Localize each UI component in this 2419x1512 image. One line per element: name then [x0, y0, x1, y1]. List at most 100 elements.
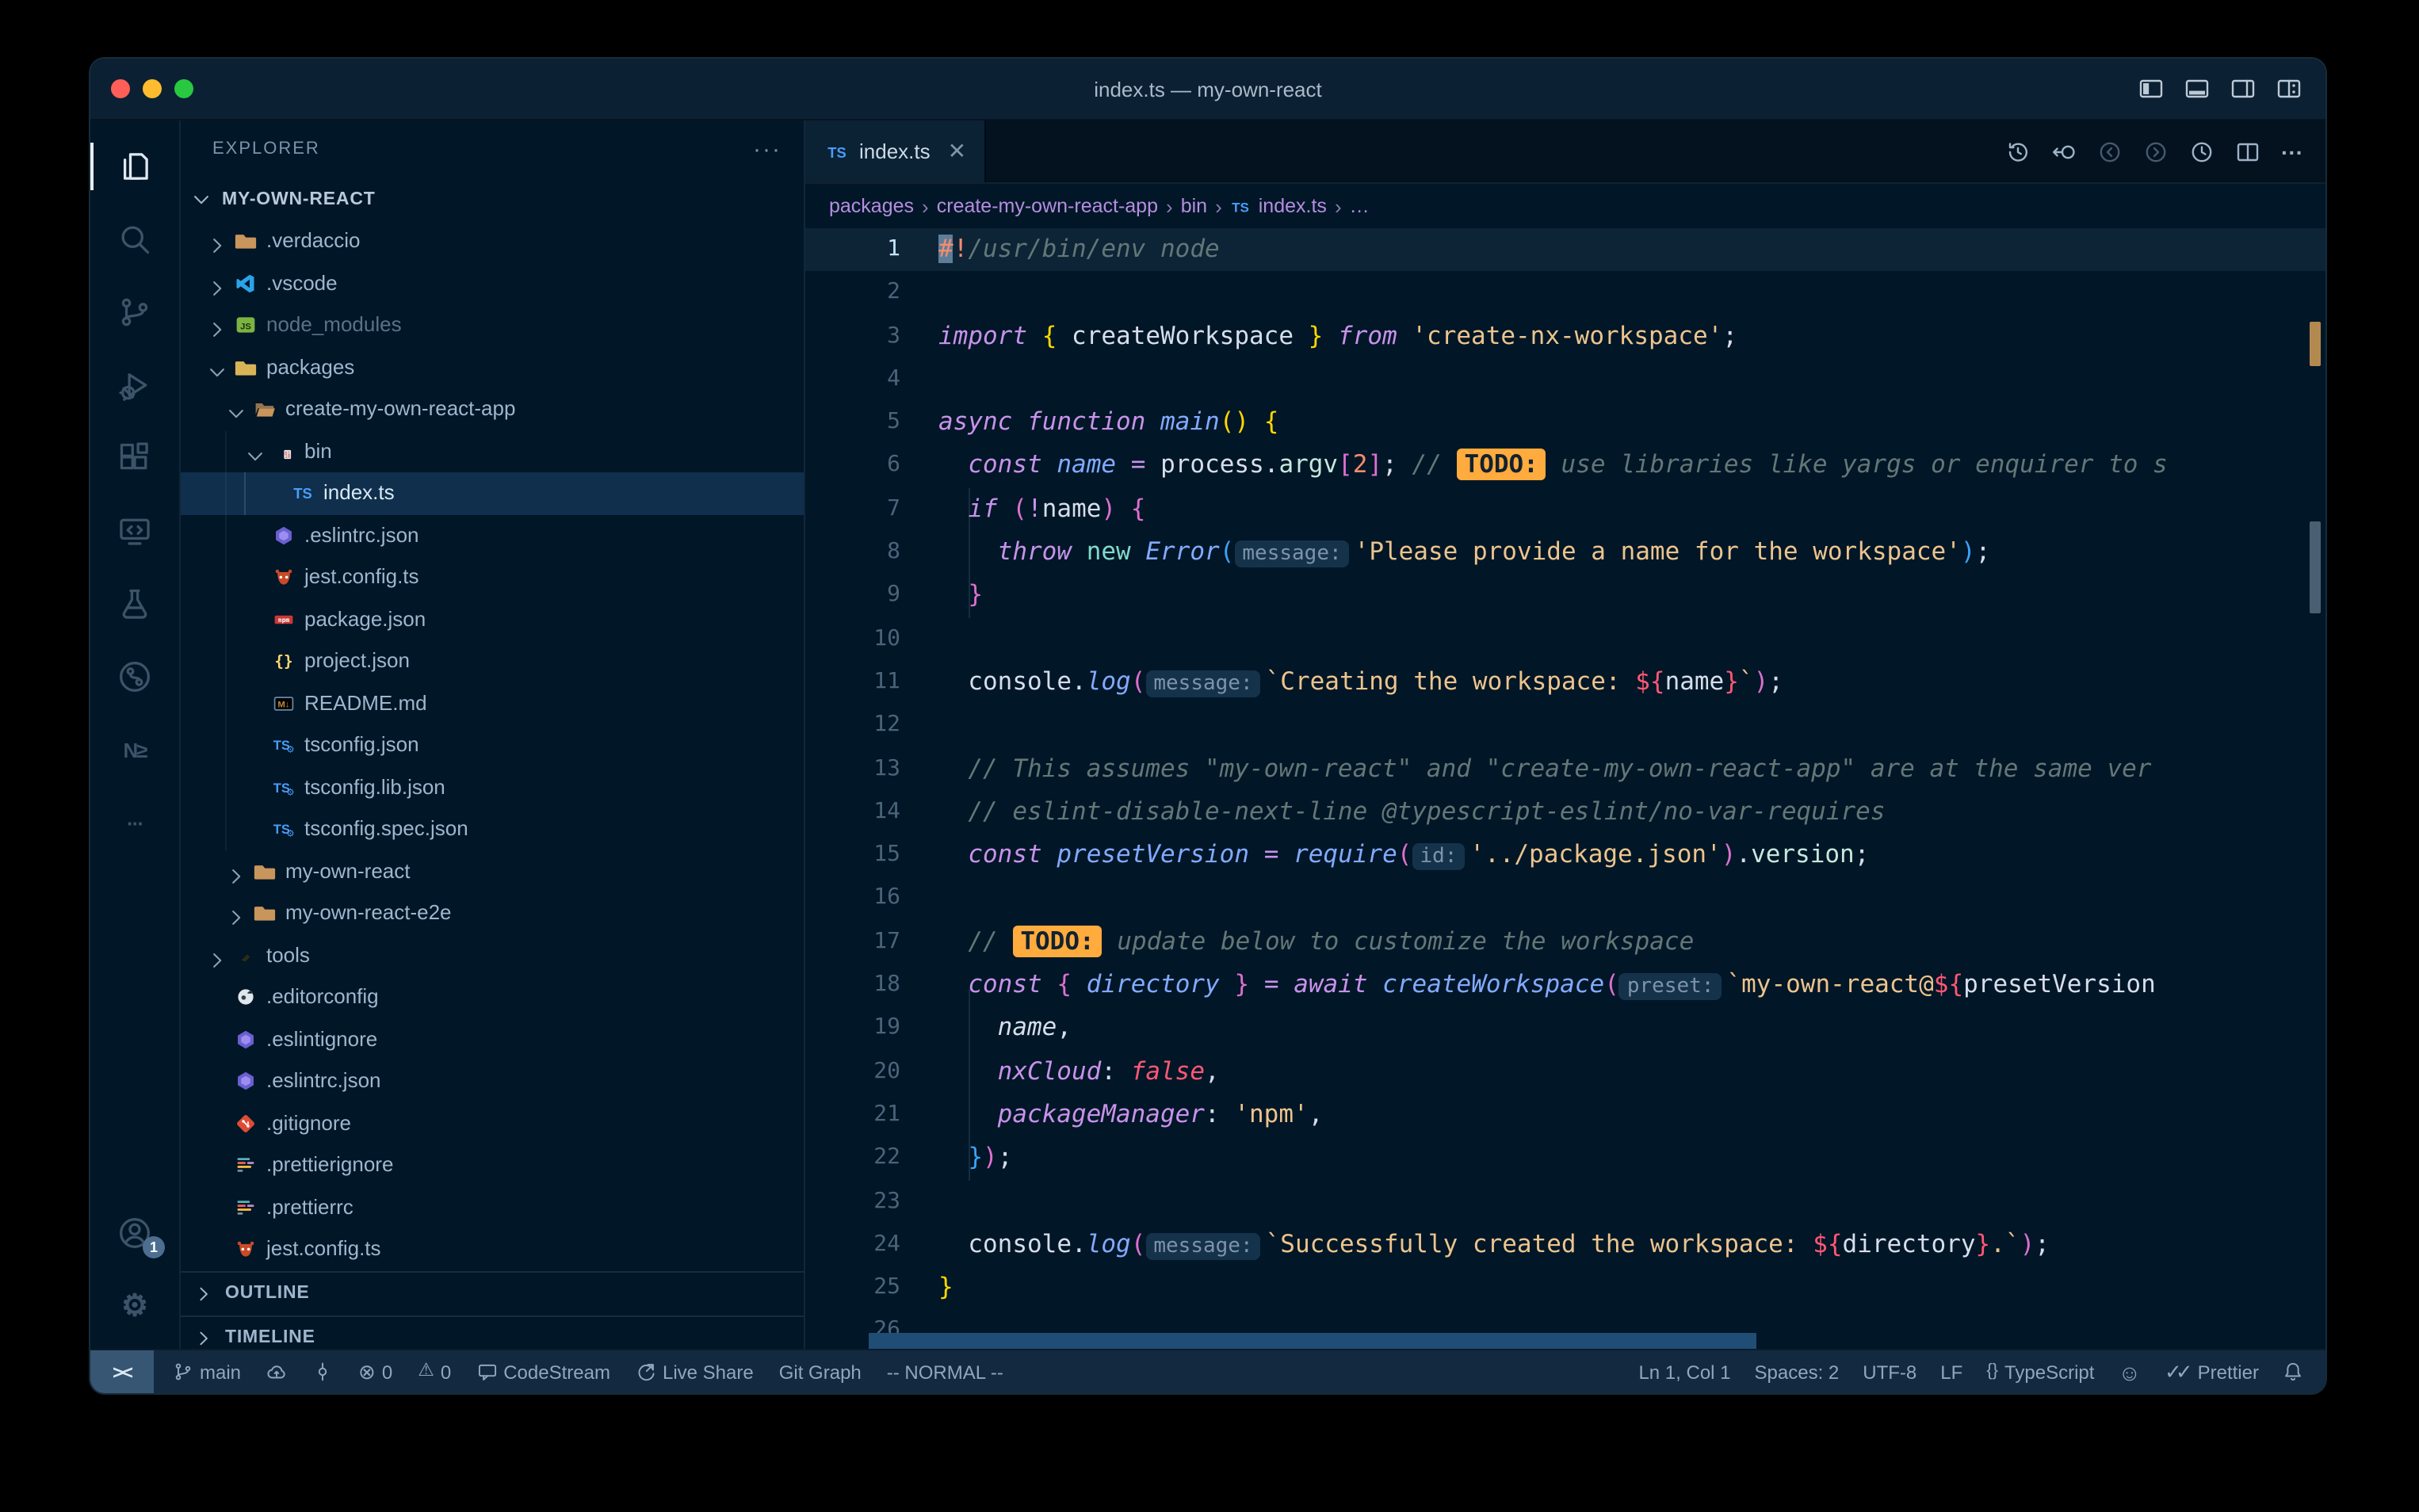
status-indentation[interactable]: Spaces: 2	[1755, 1361, 1840, 1383]
status-feedback[interactable]: ☺	[2118, 1361, 2141, 1383]
code-line-17[interactable]: 17 // TODO: update below to customize th…	[805, 921, 2325, 964]
code-line-19[interactable]: 19 name,	[805, 1007, 2325, 1051]
status-language-mode[interactable]: {}TypeScript	[1986, 1361, 2094, 1383]
tree-item-package.json[interactable]: npmpackage.json	[181, 598, 804, 640]
code-editor[interactable]: 1#!/usr/bin/env node23import { createWor…	[805, 228, 2325, 1349]
tree-item-.gitignore[interactable]: .gitignore	[181, 1102, 804, 1144]
activity-item-more-views[interactable]: ···	[90, 786, 179, 859]
code-line-8[interactable]: 8 throw new Error(message:'Please provid…	[805, 531, 2325, 575]
local-history-icon[interactable]	[2005, 139, 2031, 164]
timeline-icon[interactable]	[2189, 139, 2215, 164]
tree-item-my-own-react-e2e[interactable]: my-own-react-e2e	[181, 892, 804, 934]
tree-item-.editorconfig[interactable]: .editorconfig	[181, 976, 804, 1018]
toggle-panel-icon[interactable]	[2184, 76, 2210, 101]
tree-item-.vscode[interactable]: .vscode	[181, 262, 804, 304]
status-cursor-position[interactable]: Ln 1, Col 1	[1638, 1361, 1730, 1383]
status-eol[interactable]: LF	[1940, 1361, 1962, 1383]
code-line-22[interactable]: 22 });	[805, 1136, 2325, 1180]
status-encoding[interactable]: UTF-8	[1863, 1361, 1916, 1383]
activity-item-search[interactable]	[90, 203, 179, 276]
code-line-18[interactable]: 18 const { directory } = await createWor…	[805, 964, 2325, 1007]
explorer-actions-icon[interactable]: ···	[753, 136, 781, 162]
toggle-secondary-sidebar-icon[interactable]	[2230, 76, 2256, 101]
tree-item-tsconfig.json[interactable]: TS⚙tsconfig.json	[181, 724, 804, 766]
code-line-14[interactable]: 14 // eslint-disable-next-line @typescri…	[805, 791, 2325, 834]
tree-item-project.json[interactable]: {}project.json	[181, 640, 804, 682]
code-line-5[interactable]: 5async function main() {	[805, 401, 2325, 445]
tree-item-.eslintrc.json[interactable]: .eslintrc.json	[181, 1060, 804, 1102]
tree-item-.prettierrc[interactable]: .prettierrc	[181, 1186, 804, 1228]
code-line-3[interactable]: 3import { createWorkspace } from 'create…	[805, 315, 2325, 358]
status-git-graph[interactable]: Git Graph	[779, 1361, 862, 1383]
breadcrumb-item-index.ts[interactable]: TSindex.ts	[1230, 195, 1327, 217]
activity-item-remote-explorer[interactable]	[90, 494, 179, 567]
code-line-7[interactable]: 7 if (!name) {	[805, 488, 2325, 532]
tree-item-node-modules[interactable]: JSnode_modules	[181, 304, 804, 346]
code-line-15[interactable]: 15 const presetVersion = require(id:'../…	[805, 834, 2325, 877]
code-line-11[interactable]: 11 console.log(message:`Creating the wor…	[805, 661, 2325, 704]
code-line-23[interactable]: 23	[805, 1180, 2325, 1224]
code-line-16[interactable]: 16	[805, 877, 2325, 921]
activity-item-nx-console[interactable]: N≥	[90, 713, 179, 786]
activity-item-settings[interactable]: ⚙	[90, 1270, 179, 1342]
zoom-button[interactable]	[174, 79, 193, 98]
status-errors[interactable]: ⊗0	[358, 1361, 392, 1383]
code-line-13[interactable]: 13 // This assumes "my-own-react" and "c…	[805, 747, 2325, 791]
code-line-24[interactable]: 24 console.log(message:`Successfully cre…	[805, 1224, 2325, 1267]
more-actions-icon[interactable]: ···	[2281, 139, 2303, 164]
activity-item-testing[interactable]	[90, 567, 179, 640]
remote-indicator[interactable]: ><	[90, 1350, 154, 1393]
tree-item-jest.config.ts[interactable]: jest.config.ts	[181, 556, 804, 598]
toggle-primary-sidebar-icon[interactable]	[2138, 76, 2164, 101]
customize-layout-icon[interactable]	[2276, 76, 2302, 101]
tree-item-jest.config.ts[interactable]: jest.config.ts	[181, 1228, 804, 1270]
activity-item-git-graph[interactable]	[90, 640, 179, 713]
code-line-20[interactable]: 20 nxCloud: false,	[805, 1050, 2325, 1094]
tree-item-my-own-react[interactable]: my-own-react	[181, 850, 804, 892]
tree-item-index.ts[interactable]: TSindex.ts	[181, 472, 804, 514]
tree-item-.eslintrc.json[interactable]: .eslintrc.json	[181, 514, 804, 556]
code-line-2[interactable]: 2	[805, 272, 2325, 315]
activity-item-explorer[interactable]	[90, 130, 179, 203]
close-icon[interactable]: ✕	[948, 138, 966, 165]
code-line-25[interactable]: 25}	[805, 1266, 2325, 1310]
activity-item-source-control[interactable]	[90, 276, 179, 349]
tree-item-bin[interactable]: M1.5 3.5h5l1.6 2h6.4a1 1 0 0 1 1 1v6a1 1…	[181, 430, 804, 472]
status-publish-changes[interactable]	[266, 1361, 287, 1382]
tree-item-create-my-own-react-app[interactable]: create-my-own-react-app	[181, 388, 804, 430]
panel-header-outline[interactable]: OUTLINE	[181, 1270, 804, 1315]
status-live-share[interactable]: Live Share	[636, 1361, 754, 1383]
breadcrumb-item-bin[interactable]: bin	[1181, 195, 1207, 217]
activity-item-run-debug[interactable]	[90, 349, 179, 422]
tree-item-tsconfig.lib.json[interactable]: TS⚙tsconfig.lib.json	[181, 766, 804, 808]
status-notifications[interactable]	[2283, 1361, 2303, 1382]
code-line-6[interactable]: 6 const name = process.argv[2]; // TODO:…	[805, 445, 2325, 488]
activity-item-accounts[interactable]: 1	[90, 1197, 179, 1270]
breadcrumb-item-packages[interactable]: packages	[829, 195, 914, 217]
code-line-9[interactable]: 9 }	[805, 575, 2325, 618]
tree-item-.prettierignore[interactable]: .prettierignore	[181, 1144, 804, 1186]
tree-item-.verdaccio[interactable]: .verdaccio	[181, 220, 804, 262]
tree-item-tools[interactable]: M1.5 3.5h5l1.6 2h6.4a1 1 0 0 1 1 1v6a1 1…	[181, 934, 804, 976]
workspace-section-header[interactable]: MY-OWN-REACT	[181, 178, 804, 220]
tree-item-readme.md[interactable]: M↓README.md	[181, 682, 804, 724]
breadcrumb-item--[interactable]: …	[1350, 195, 1370, 217]
tree-item-tsconfig.spec.json[interactable]: TS⚙tsconfig.spec.json	[181, 808, 804, 850]
code-line-12[interactable]: 12	[805, 704, 2325, 748]
open-changes-icon[interactable]	[2051, 139, 2077, 164]
minimize-button[interactable]	[143, 79, 162, 98]
code-line-10[interactable]: 10	[805, 617, 2325, 661]
code-line-4[interactable]: 4	[805, 358, 2325, 402]
code-line-21[interactable]: 21 packageManager: 'npm',	[805, 1094, 2325, 1137]
activity-item-extensions[interactable]	[90, 422, 179, 494]
status-git-branch[interactable]: main	[173, 1361, 241, 1383]
status-vim-mode[interactable]: -- NORMAL --	[887, 1361, 1003, 1383]
tab-index-ts[interactable]: TSindex.ts✕	[805, 120, 985, 182]
code-line-1[interactable]: 1#!/usr/bin/env node	[805, 228, 2325, 272]
status-warnings[interactable]: ⚠0	[418, 1361, 451, 1383]
status-commit-action[interactable]	[312, 1361, 333, 1382]
close-button[interactable]	[111, 79, 130, 98]
breadcrumb-item-create-my-own-react-app[interactable]: create-my-own-react-app	[937, 195, 1158, 217]
status-prettier[interactable]: ✓✓Prettier	[2165, 1361, 2259, 1383]
tree-item-packages[interactable]: packages	[181, 346, 804, 388]
